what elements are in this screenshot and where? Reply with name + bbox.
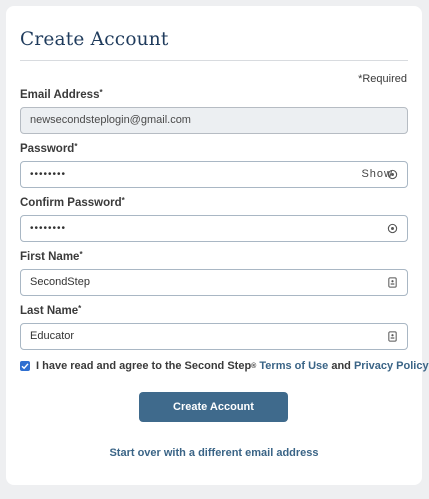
first-name-value: SecondStep: [30, 276, 90, 288]
confirm-password-value: ••••••••: [30, 223, 67, 234]
terms-of-use-link[interactable]: Terms of Use: [259, 360, 328, 372]
confirm-password-field[interactable]: ••••••••: [20, 215, 408, 242]
contact-card-icon: [388, 331, 397, 342]
create-account-button[interactable]: Create Account: [139, 392, 288, 422]
checkmark-icon: [21, 363, 29, 370]
title-divider: [20, 60, 408, 61]
start-over-link[interactable]: Start over with a different email addres…: [6, 447, 422, 459]
password-value: ••••••••: [30, 169, 67, 180]
last-name-field[interactable]: Educator: [20, 323, 408, 350]
email-value: newsecondsteplogin@gmail.com: [30, 114, 191, 126]
contact-card-icon: [388, 277, 397, 288]
eye-icon[interactable]: [387, 169, 398, 180]
agreement-text: I have read and agree to the Second Step: [36, 360, 252, 372]
required-note: *Required: [358, 73, 407, 85]
privacy-policy-link[interactable]: Privacy Policy: [354, 360, 429, 372]
last-name-value: Educator: [30, 330, 75, 342]
page-title: Create Account: [20, 29, 169, 50]
email-field[interactable]: newsecondsteplogin@gmail.com: [20, 107, 408, 134]
agreement-row: I have read and agree to the Second Step…: [20, 360, 429, 372]
password-field[interactable]: •••••••• Show: [20, 161, 408, 188]
eye-icon[interactable]: [387, 223, 398, 234]
first-name-field[interactable]: SecondStep: [20, 269, 408, 296]
last-name-label: Last Name*: [20, 304, 82, 317]
password-label: Password*: [20, 142, 78, 155]
first-name-label: First Name*: [20, 250, 83, 263]
confirm-password-label: Confirm Password*: [20, 196, 125, 209]
email-label: Email Address*: [20, 88, 103, 101]
registered-mark: ®: [251, 362, 257, 370]
agreement-and-text: and: [331, 360, 351, 372]
agreement-checkbox[interactable]: [20, 361, 30, 371]
create-account-card: Create Account *Required Email Address* …: [6, 6, 429, 485]
